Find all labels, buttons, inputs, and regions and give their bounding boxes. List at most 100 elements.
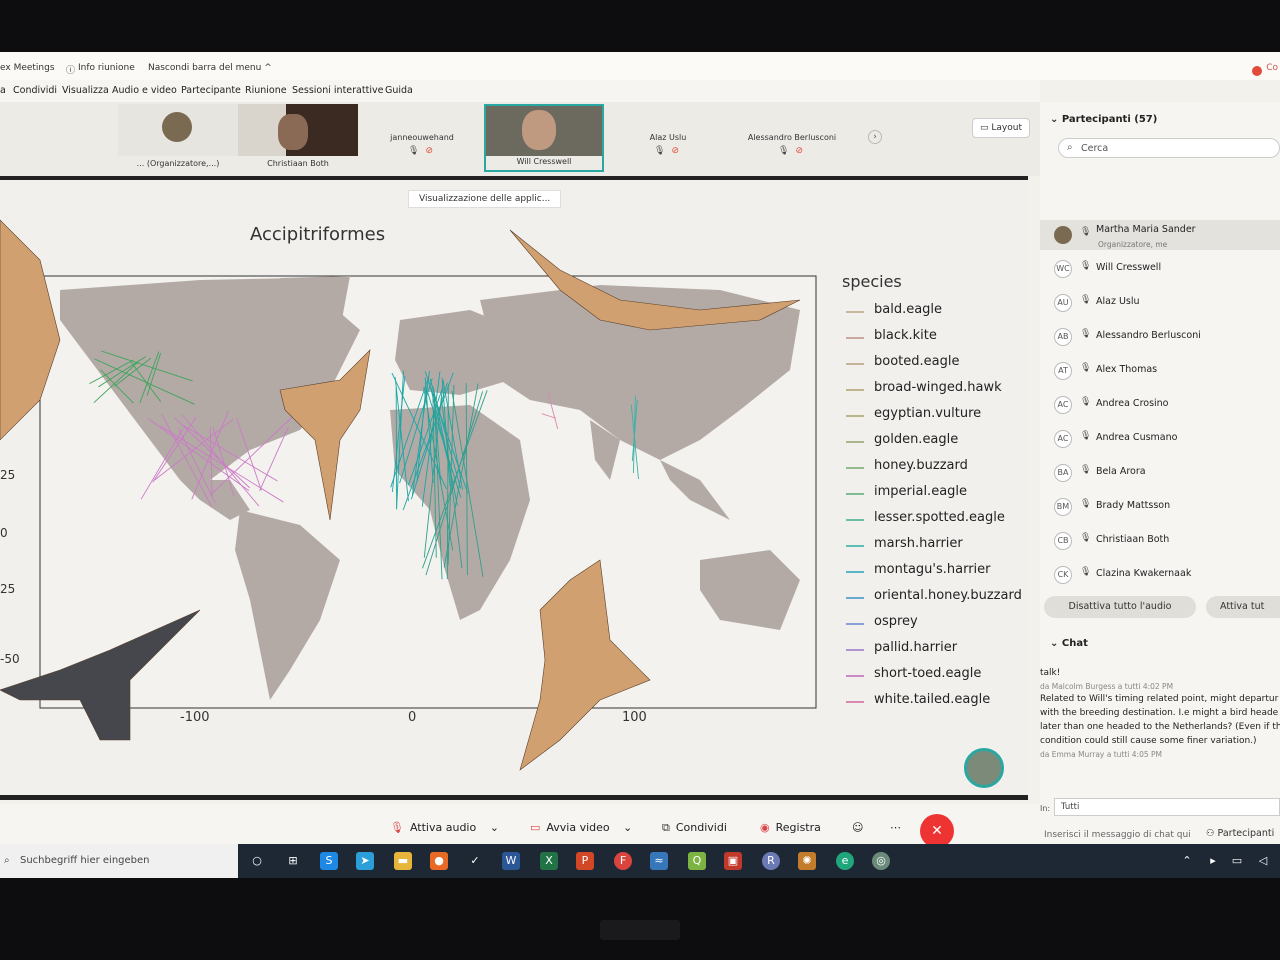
- record-button[interactable]: ◉ Registra: [750, 814, 831, 842]
- legend-swatch: [846, 597, 864, 599]
- shared-screen: Visualizzazione delle applic... Accipitr…: [0, 176, 1028, 800]
- avatar: WC: [1054, 260, 1072, 278]
- edge-icon[interactable]: e: [836, 852, 854, 870]
- legend-label: white.tailed.eagle: [874, 692, 991, 707]
- video-tile[interactable]: janneouwehand 🎙 ⊘: [362, 104, 482, 172]
- avatar: AT: [1054, 362, 1072, 380]
- participants-header[interactable]: ⌄ Partecipanti (57): [1050, 114, 1157, 125]
- legend-swatch: [846, 545, 864, 547]
- hide-menu-button[interactable]: Nascondi barra del menu ^: [148, 63, 272, 73]
- participant-name: Christiaan Both: [1096, 534, 1170, 545]
- video-tile-active[interactable]: Will Cresswell: [484, 104, 604, 172]
- participant-row[interactable]: BA 🎙 Bela Arora: [1040, 458, 1280, 488]
- recording-icon: [1252, 66, 1262, 76]
- app-title: ex Meetings: [0, 63, 55, 73]
- chat-input[interactable]: Inserisci il messaggio di chat qui: [1044, 830, 1191, 840]
- mic-icon: 🎙: [1080, 499, 1092, 509]
- volume-icon[interactable]: ◁: [1254, 852, 1272, 870]
- gear-app-icon[interactable]: ✺: [798, 852, 816, 870]
- chevron-up-icon[interactable]: ⌃: [1178, 852, 1196, 870]
- unmute-all-button[interactable]: Attiva tut: [1206, 596, 1280, 618]
- skype-icon[interactable]: S: [320, 852, 338, 870]
- participant-row[interactable]: WC 🎙 Will Cresswell: [1040, 254, 1280, 284]
- chat-recipient-select[interactable]: Tutti: [1054, 798, 1280, 816]
- start-video-button[interactable]: ▭ Avvia video ⌄: [520, 814, 642, 842]
- tile-name: Will Cresswell: [516, 157, 572, 166]
- participant-search-input[interactable]: ⌕ Cerca: [1058, 138, 1280, 158]
- webex-icon[interactable]: ◎: [872, 852, 890, 870]
- person-icon: ⚇: [1206, 828, 1218, 839]
- unmute-audio-button[interactable]: 🎙 Attiva audio ⌄: [380, 814, 509, 842]
- legend-item: golden.eagle: [846, 432, 1026, 452]
- chat-header[interactable]: ⌄ Chat: [1050, 638, 1088, 649]
- participant-row[interactable]: AB 🎙 Alessandro Berlusconi: [1040, 322, 1280, 352]
- more-options-button[interactable]: ⋯: [880, 814, 911, 842]
- video-tile[interactable]: Christiaan Both: [238, 104, 358, 172]
- participant-name: Alex Thomas: [1096, 364, 1158, 375]
- task-view-icon[interactable]: ○: [248, 852, 266, 870]
- search-icon: ⌕: [1067, 142, 1073, 153]
- menu-item-share[interactable]: Condividi: [13, 85, 57, 96]
- info-icon[interactable]: ⓘ: [66, 63, 75, 76]
- participant-name: Brady Mattsson: [1096, 500, 1171, 511]
- participants-button[interactable]: ⚇ Partecipanti: [1206, 828, 1274, 839]
- firefox-icon[interactable]: ●: [430, 852, 448, 870]
- chevron-right-icon[interactable]: ›: [868, 130, 882, 144]
- layout-button[interactable]: ▭ Layout: [972, 118, 1030, 138]
- mic-icon: 🎙 ⊘: [408, 146, 433, 156]
- leave-meeting-button[interactable]: ✕: [920, 814, 954, 848]
- telegram-icon[interactable]: ➤: [356, 852, 374, 870]
- participant-row[interactable]: AT 🎙 Alex Thomas: [1040, 356, 1280, 386]
- participant-row[interactable]: AC 🎙 Andrea Cusmano: [1040, 424, 1280, 454]
- r-icon[interactable]: R: [762, 852, 780, 870]
- chevron-down-icon: ⌄: [1050, 114, 1062, 125]
- x-tick-label: 0: [408, 710, 417, 725]
- network-icon[interactable]: ▸: [1204, 852, 1222, 870]
- folder-icon[interactable]: ▬: [394, 852, 412, 870]
- powerpoint-icon[interactable]: P: [576, 852, 594, 870]
- word-icon[interactable]: W: [502, 852, 520, 870]
- participant-row[interactable]: AC 🎙 Andrea Crosino: [1040, 390, 1280, 420]
- participant-row[interactable]: CK 🎙 Clazina Kwakernaak: [1040, 560, 1280, 590]
- battery-icon[interactable]: ▭: [1228, 852, 1246, 870]
- taskbar-search-input[interactable]: ⌕ Suchbegriff hier eingeben: [0, 844, 238, 878]
- self-view-avatar[interactable]: [964, 748, 1004, 788]
- menu-item-audio-video[interactable]: Audio e video: [112, 85, 177, 96]
- video-tile[interactable]: Alessandro Berlusconi 🎙 ⊘: [732, 104, 852, 172]
- qgis-icon[interactable]: Q: [688, 852, 706, 870]
- mic-off-icon: 🎙: [390, 821, 404, 834]
- avatar: AC: [1054, 396, 1072, 414]
- mic-icon: 🎙: [1080, 227, 1092, 237]
- menu-item[interactable]: a: [0, 85, 6, 96]
- participant-row[interactable]: 🎙 Martha Maria Sander Organizzatore, me: [1040, 220, 1280, 250]
- menu-item-participant[interactable]: Partecipante: [181, 85, 241, 96]
- office-icon[interactable]: ▣: [724, 852, 742, 870]
- share-button[interactable]: ⧉ Condividi: [652, 814, 737, 842]
- weather-icon[interactable]: ≈: [650, 852, 668, 870]
- menu-item-meeting[interactable]: Riunione: [245, 85, 287, 96]
- meeting-info-button[interactable]: Info riunione: [78, 63, 135, 73]
- video-tile[interactable]: Alaz Uslu 🎙 ⊘: [608, 104, 728, 172]
- chat-meta: da Emma Murray a tutti 4:05 PM: [1040, 750, 1162, 759]
- legend-label: booted.eagle: [874, 354, 960, 369]
- legend-label: broad-winged.hawk: [874, 380, 1002, 395]
- video-tile[interactable]: ... (Organizzatore,...): [118, 104, 238, 172]
- checkmark-app-icon[interactable]: ✓: [466, 852, 484, 870]
- menu-item-view[interactable]: Visualizza: [62, 85, 109, 96]
- participant-row[interactable]: AU 🎙 Alaz Uslu: [1040, 288, 1280, 318]
- chevron-down-icon: ⌄: [623, 821, 633, 834]
- legend-swatch: [846, 571, 864, 573]
- mute-all-button[interactable]: Disattiva tutto l'audio: [1044, 596, 1196, 618]
- legend-item: white.tailed.eagle: [846, 692, 1026, 712]
- participant-name: Andrea Crosino: [1096, 398, 1169, 409]
- reactions-button[interactable]: ☺: [842, 814, 873, 842]
- legend-item: honey.buzzard: [846, 458, 1026, 478]
- excel-icon[interactable]: X: [540, 852, 558, 870]
- participant-row[interactable]: BM 🎙 Brady Mattsson: [1040, 492, 1280, 522]
- menu-item-help[interactable]: Guida: [385, 85, 413, 96]
- legend-label: black.kite: [874, 328, 937, 343]
- participant-row[interactable]: CB 🎙 Christiaan Both: [1040, 526, 1280, 556]
- menu-item-breakout[interactable]: Sessioni interattive: [292, 85, 383, 96]
- windows-icon[interactable]: ⊞: [284, 852, 302, 870]
- foxit-icon[interactable]: F: [614, 852, 632, 870]
